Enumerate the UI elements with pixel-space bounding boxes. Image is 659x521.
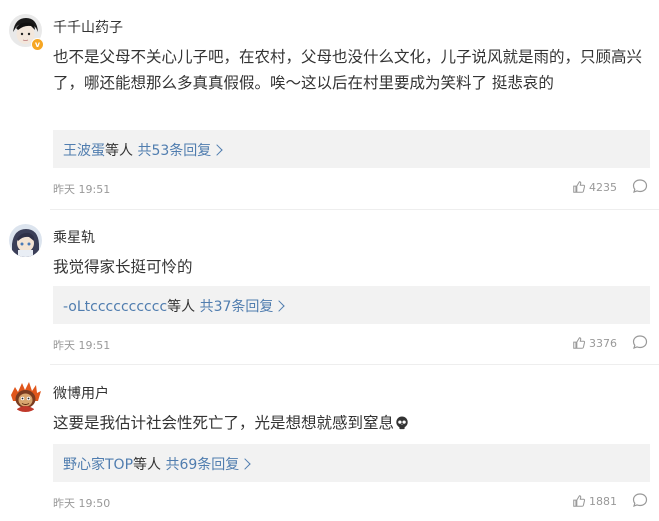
- chevron-right-icon: [239, 458, 251, 470]
- reply-count-link[interactable]: 共69条回复: [165, 457, 239, 473]
- like-count: 1881: [589, 494, 617, 508]
- comment-username[interactable]: 千千山药子: [53, 17, 123, 37]
- chevron-right-icon: [273, 300, 286, 312]
- reply-count-link[interactable]: 共37条回复: [200, 299, 274, 315]
- like-icon: [573, 181, 586, 193]
- comment-icon[interactable]: [632, 492, 648, 508]
- comment-icon[interactable]: [632, 334, 648, 350]
- like-button[interactable]: 4235: [572, 180, 617, 194]
- like-count: 3376: [589, 336, 617, 350]
- comment-text: 我觉得家长挺可怜的: [53, 258, 193, 276]
- comment-icon[interactable]: [632, 178, 648, 194]
- replies-preview[interactable]: -oLtcccccccccc等人 共37条回复: [53, 286, 650, 324]
- like-button[interactable]: 1881: [572, 494, 617, 508]
- like-count: 4235: [589, 180, 617, 194]
- comment-username[interactable]: 乘星轨: [53, 227, 95, 247]
- comment-text: 也不是父母不关心儿子吧，在农村，父母也没什么文化，儿子说风就是雨的，只顾高兴了，…: [53, 48, 643, 92]
- comment-time: 昨天 19:51: [53, 339, 111, 352]
- comment-text: 这要是我估计社会性死亡了，光是想想就感到窒息: [53, 410, 649, 436]
- reply-user-link[interactable]: 野心家TOP: [63, 457, 133, 473]
- like-icon: [573, 337, 586, 349]
- comment-username[interactable]: 微博用户: [53, 383, 109, 403]
- avatar[interactable]: [9, 224, 42, 257]
- chevron-right-icon: [211, 144, 223, 156]
- skull-emoji-icon: [396, 416, 408, 430]
- reply-user-link[interactable]: 王波蛋: [63, 143, 105, 159]
- comment-time: 昨天 19:51: [53, 183, 111, 196]
- reply-mid-text: 等人: [133, 457, 162, 473]
- comment-item: 乘星轨 我觉得家长挺可怜的 -oLtcccccccccc等人 共37条回复 昨天…: [0, 210, 659, 360]
- comment-time: 昨天 19:50: [53, 497, 111, 510]
- like-icon: [573, 495, 586, 507]
- divider: [50, 364, 659, 365]
- reply-mid-text: 等人: [105, 143, 133, 159]
- like-button[interactable]: 3376: [572, 336, 617, 350]
- reply-user-link[interactable]: -oLtcccccccccc: [63, 299, 167, 315]
- reply-mid-text: 等人: [167, 299, 196, 315]
- verified-badge-icon: v: [31, 38, 44, 51]
- replies-preview[interactable]: 野心家TOP等人 共69条回复: [53, 444, 650, 482]
- replies-preview[interactable]: 王波蛋等人 共53条回复: [53, 130, 650, 168]
- comment-item: v 千千山药子 也不是父母不关心儿子吧，在农村，父母也没什么文化，儿子说风就是雨…: [0, 0, 659, 207]
- comment-text-content: 这要是我估计社会性死亡了，光是想想就感到窒息: [53, 414, 395, 432]
- avatar[interactable]: [9, 379, 42, 412]
- comment-item: 微博用户 这要是我估计社会性死亡了，光是想想就感到窒息 野心家TOP等人 共69…: [0, 366, 659, 521]
- reply-count-link[interactable]: 共53条回复: [137, 143, 211, 159]
